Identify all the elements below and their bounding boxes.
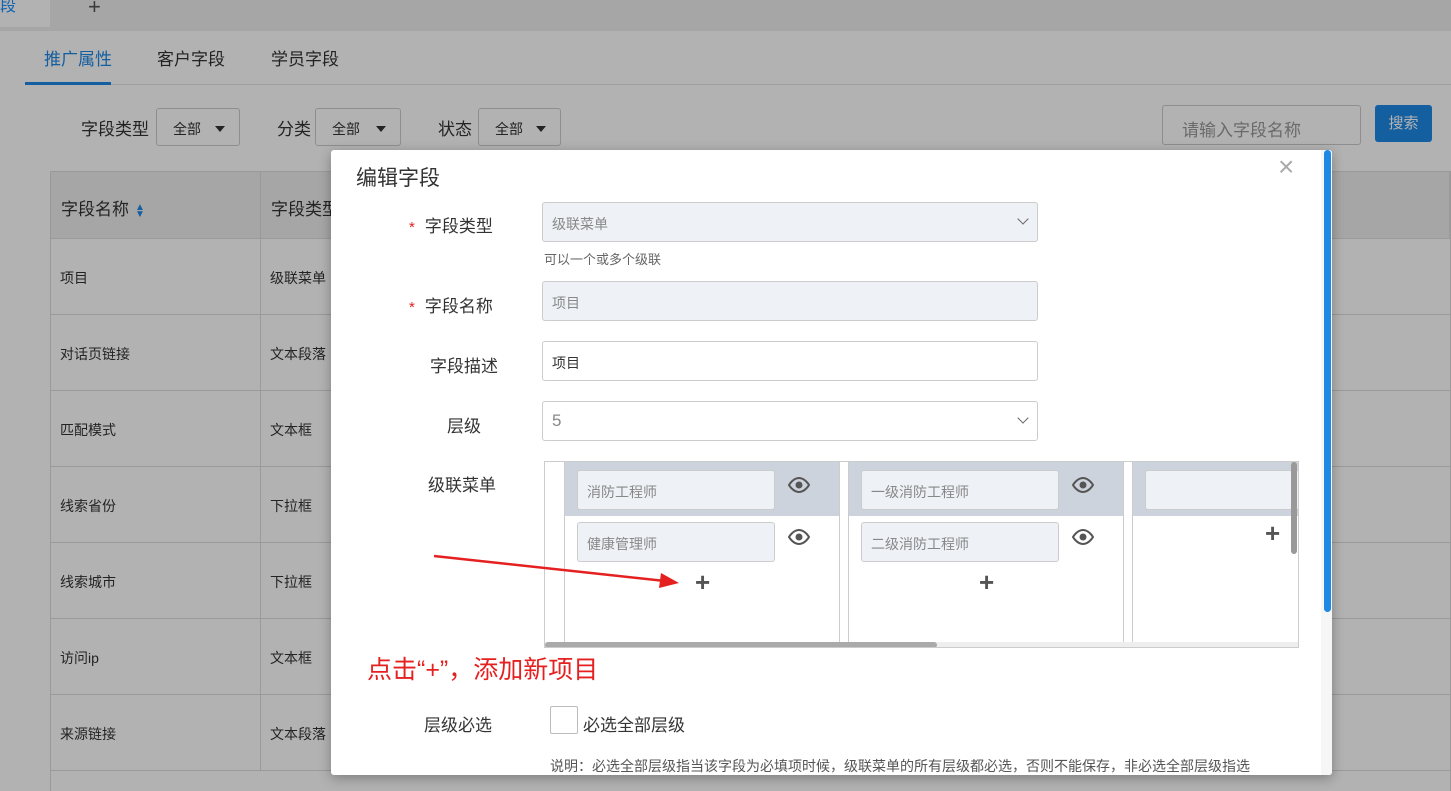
field-type-select[interactable]: 级联菜单 (542, 202, 1038, 242)
modal-title: 编辑字段 (356, 167, 440, 190)
cascade-item-input[interactable]: 二级消防工程师 (861, 522, 1059, 562)
cascade-column-3: + (1132, 462, 1298, 642)
field-desc-input[interactable]: 项目 (542, 341, 1038, 381)
field-desc-label: 字段描述 (430, 357, 498, 376)
annotation-text: 点击“+”，添加新项目 (367, 656, 599, 684)
cascade-label: 级联菜单 (428, 476, 496, 495)
eye-icon[interactable] (1071, 476, 1095, 494)
field-name-label-text: 字段名称 (424, 297, 493, 316)
required-marker: * (409, 219, 415, 236)
required-all-levels-label[interactable]: 必选全部层级 (583, 711, 685, 736)
cascade-horizontal-scrollbar-thumb[interactable] (545, 642, 937, 647)
add-item-icon[interactable]: + (695, 569, 710, 595)
field-name-input[interactable]: 项目 (542, 281, 1038, 321)
chevron-down-icon (1017, 412, 1029, 424)
field-type-help: 可以一个或多个级联 (544, 252, 662, 267)
cascade-item[interactable] (1133, 462, 1298, 516)
cascade-item-input[interactable]: 一级消防工程师 (861, 470, 1059, 510)
add-item-icon[interactable]: + (979, 569, 994, 595)
field-type-label-text: 字段类型 (424, 217, 493, 236)
add-item-icon[interactable]: + (1265, 520, 1280, 546)
required-marker: * (409, 299, 415, 316)
annotation-arrow-icon (433, 554, 679, 588)
edit-field-modal: 编辑字段 × * 字段类型 级联菜单 可以一个或多个级联 * 字段名称 项目 字段描… (331, 150, 1332, 775)
cascade-item-input[interactable]: 消防工程师 (577, 470, 775, 510)
chevron-down-icon (1017, 213, 1029, 225)
cascade-item[interactable]: 二级消防工程师 (849, 514, 1123, 568)
cascade-item[interactable]: 消防工程师 (565, 462, 839, 516)
eye-icon[interactable] (1071, 528, 1095, 546)
required-levels-note: 说明：必选全部层级指当该字段为必填项时候，级联菜单的所有层级都必选，否则不能保存… (550, 758, 1250, 774)
cascade-item[interactable]: 一级消防工程师 (849, 462, 1123, 516)
level-select[interactable]: 5 (542, 401, 1038, 441)
modal-scrollbar-thumb[interactable] (1324, 150, 1331, 612)
field-type-select-value: 级联菜单 (552, 216, 608, 232)
level-label: 层级 (447, 417, 481, 436)
eye-icon[interactable] (787, 528, 811, 546)
cascade-item-input[interactable] (1145, 470, 1298, 510)
field-type-label: * 字段类型 (409, 212, 493, 237)
level-select-value: 5 (552, 411, 562, 430)
cascade-vertical-scrollbar[interactable] (1291, 462, 1297, 554)
field-name-label: * 字段名称 (409, 292, 493, 317)
eye-icon[interactable] (787, 476, 811, 494)
close-icon[interactable]: × (1278, 150, 1294, 184)
cascade-column-2: 一级消防工程师 二级消防工程师 + (848, 462, 1124, 642)
required-levels-label: 层级必选 (424, 716, 492, 735)
required-all-levels-checkbox[interactable] (550, 706, 578, 734)
